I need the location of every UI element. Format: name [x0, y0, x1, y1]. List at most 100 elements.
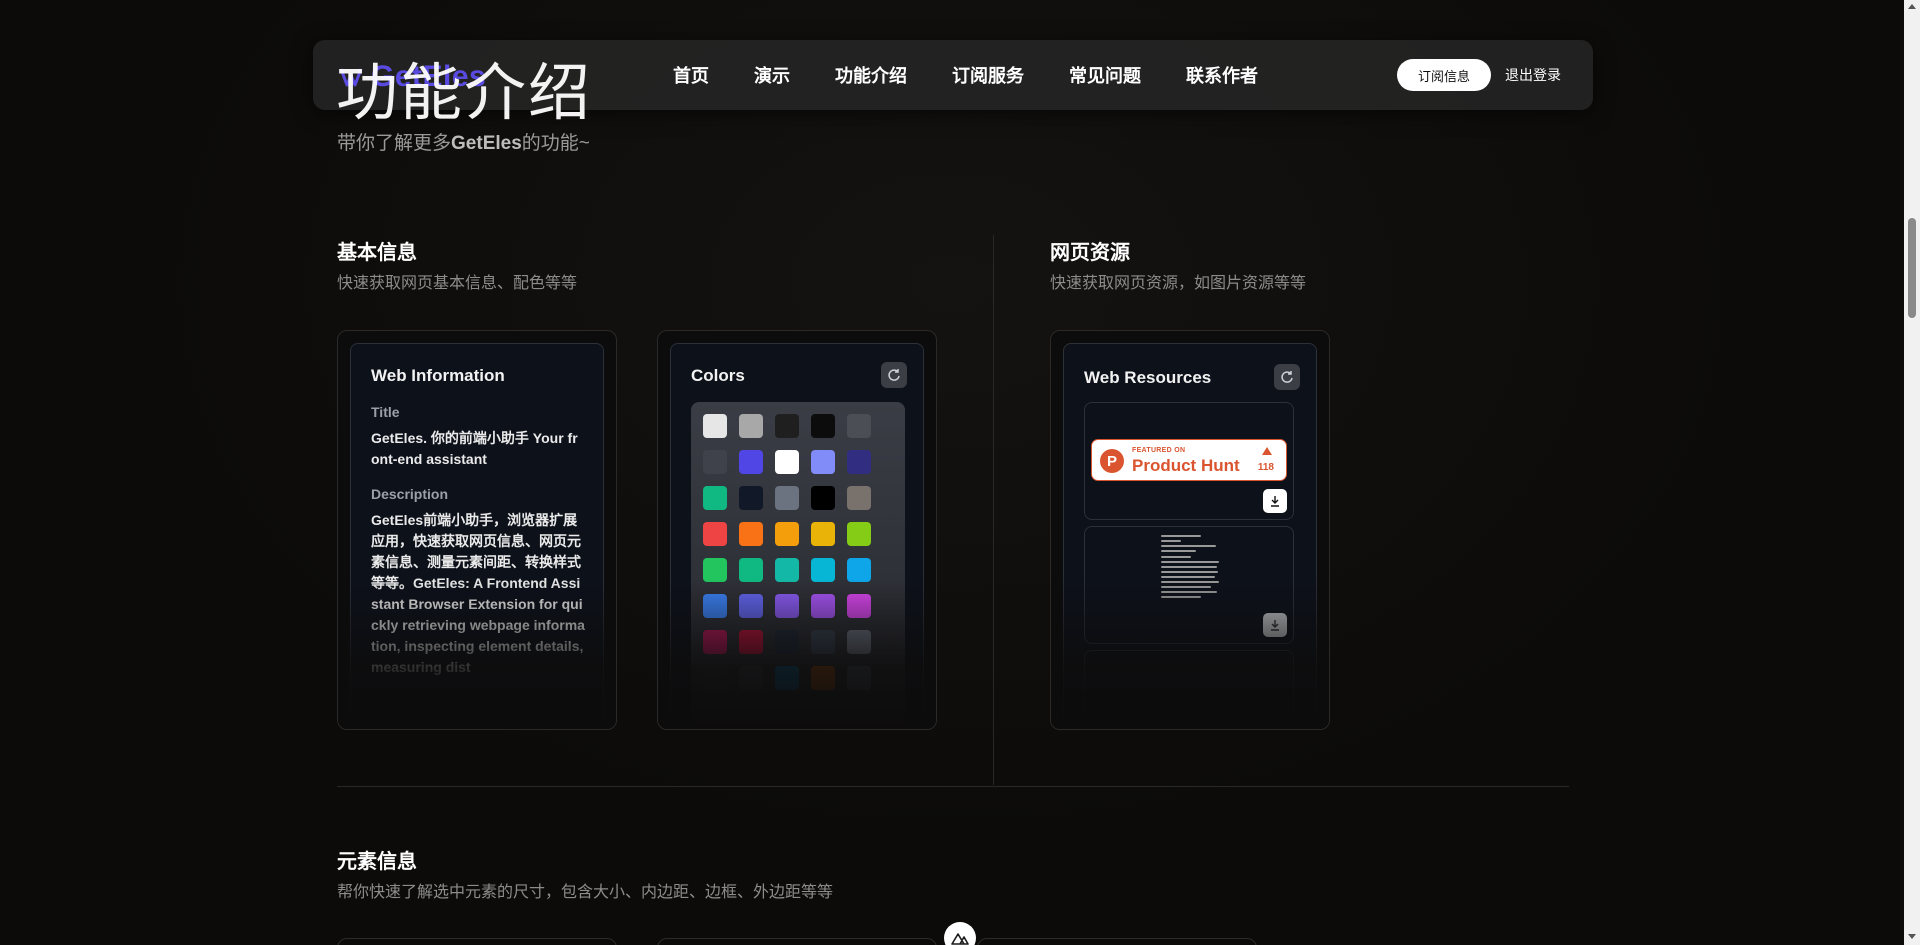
logo[interactable]: GetEles: [337, 60, 486, 94]
color-swatch[interactable]: [847, 666, 871, 690]
nav-demo[interactable]: 演示: [754, 62, 790, 88]
web-resources-heading: Web Resources: [1084, 368, 1212, 387]
color-swatch[interactable]: [775, 414, 799, 438]
color-swatch[interactable]: [703, 666, 727, 690]
web-information-heading: Web Information: [371, 366, 505, 385]
scroll-up-icon[interactable]: [1908, 4, 1916, 9]
description-label: Description: [371, 486, 449, 502]
description-value: GetEles前端小助手，浏览器扩展应用，快速获取网页信息、网页元素信息、测量元…: [371, 512, 585, 675]
ph-name: Product Hunt: [1132, 456, 1240, 475]
screenshot-thumbnail: [1161, 535, 1221, 601]
logout-link[interactable]: 退出登录: [1505, 65, 1561, 85]
color-swatch[interactable]: [847, 594, 871, 618]
color-swatch[interactable]: [739, 522, 763, 546]
color-swatch[interactable]: [703, 630, 727, 654]
resource-item[interactable]: P FEATURED ON Product Hunt 118: [1084, 402, 1294, 520]
colors-panel: Colors: [670, 343, 924, 729]
download-icon[interactable]: [1263, 489, 1287, 513]
refresh-icon[interactable]: [881, 362, 907, 388]
color-swatch[interactable]: [775, 558, 799, 582]
getEles-logo-icon: [339, 68, 363, 87]
color-swatch[interactable]: [811, 558, 835, 582]
web-information-card[interactable]: Web Information Title GetEles. 你的前端小助手 Y…: [337, 330, 617, 730]
section-resources-desc: 快速获取网页资源，如图片资源等等: [1050, 275, 1307, 292]
section-basic-desc: 快速获取网页基本信息、配色等等: [337, 275, 578, 292]
scrollbar-thumb[interactable]: [1908, 218, 1916, 318]
color-swatch[interactable]: [847, 630, 871, 654]
subtitle-prefix: 带你了解更多: [337, 133, 452, 154]
color-swatch[interactable]: [847, 522, 871, 546]
color-swatch[interactable]: [703, 594, 727, 618]
nav-home[interactable]: 首页: [673, 62, 709, 88]
horizontal-divider: [337, 786, 1569, 787]
color-swatch[interactable]: [847, 414, 871, 438]
color-swatch[interactable]: [847, 558, 871, 582]
ph-count: 118: [1257, 462, 1274, 473]
title-label: Title: [371, 404, 400, 420]
section-element-desc: 帮你快速了解选中元素的尺寸，包含大小、内边距、边框、外边距等等: [337, 884, 834, 901]
color-swatch[interactable]: [775, 486, 799, 510]
color-swatch[interactable]: [703, 450, 727, 474]
subscribe-info-button[interactable]: 订阅信息: [1397, 59, 1491, 91]
nav-features[interactable]: 功能介绍: [835, 62, 907, 88]
nav-faq[interactable]: 常见问题: [1069, 62, 1141, 88]
nav-links: 首页 演示 功能介绍 订阅服务 常见问题 联系作者: [673, 40, 1258, 110]
color-swatch[interactable]: [847, 486, 871, 510]
upvote-arrow-icon: [1262, 447, 1272, 455]
section-basic-title: 基本信息: [337, 242, 417, 264]
subtitle-suffix: 的功能~: [521, 133, 590, 154]
element-card[interactable]: [337, 938, 617, 945]
color-swatch[interactable]: [775, 666, 799, 690]
color-swatch[interactable]: [703, 558, 727, 582]
color-swatch[interactable]: [811, 414, 835, 438]
color-swatch[interactable]: [703, 414, 727, 438]
color-swatch[interactable]: [775, 630, 799, 654]
color-swatch[interactable]: [811, 630, 835, 654]
swatch-box: [691, 402, 905, 729]
resource-item[interactable]: [1084, 526, 1294, 644]
color-swatch[interactable]: [811, 666, 835, 690]
top-navbar: GetEles 首页 演示 功能介绍 订阅服务 常见问题 联系作者 订阅信息 退…: [313, 40, 1593, 110]
color-swatch[interactable]: [739, 594, 763, 618]
color-swatch[interactable]: [811, 522, 835, 546]
color-swatch[interactable]: [847, 450, 871, 474]
color-swatch[interactable]: [811, 486, 835, 510]
colors-heading: Colors: [691, 366, 745, 385]
color-swatches: [703, 414, 871, 690]
element-card[interactable]: [977, 938, 1257, 945]
nav-contact[interactable]: 联系作者: [1186, 62, 1258, 88]
page-subtitle: 带你了解更多GetEles的功能~: [337, 128, 590, 155]
color-swatch[interactable]: [739, 558, 763, 582]
color-swatch[interactable]: [739, 630, 763, 654]
product-hunt-logo-icon: P: [1100, 449, 1124, 473]
web-information-panel: Web Information Title GetEles. 你的前端小助手 Y…: [350, 343, 604, 729]
color-swatch[interactable]: [811, 450, 835, 474]
color-swatch[interactable]: [739, 414, 763, 438]
section-element-title: 元素信息: [337, 851, 417, 873]
product-hunt-badge: P FEATURED ON Product Hunt 118: [1091, 439, 1287, 481]
color-swatch[interactable]: [739, 666, 763, 690]
color-swatch[interactable]: [739, 486, 763, 510]
color-swatch[interactable]: [703, 522, 727, 546]
colors-card[interactable]: Colors: [657, 330, 937, 730]
color-swatch[interactable]: [775, 450, 799, 474]
nuxt-devtools-icon[interactable]: [944, 922, 976, 945]
element-card[interactable]: [657, 938, 937, 945]
logo-text: GetEles: [371, 60, 487, 93]
color-swatch[interactable]: [775, 522, 799, 546]
nav-subscription[interactable]: 订阅服务: [952, 62, 1024, 88]
page-scrollbar[interactable]: [1904, 0, 1920, 945]
scroll-down-icon[interactable]: [1908, 934, 1916, 939]
refresh-icon[interactable]: [1274, 364, 1300, 390]
download-icon[interactable]: [1263, 613, 1287, 637]
color-swatch[interactable]: [703, 486, 727, 510]
color-swatch[interactable]: [775, 594, 799, 618]
color-swatch[interactable]: [811, 594, 835, 618]
page: GetEles 首页 演示 功能介绍 订阅服务 常见问题 联系作者 订阅信息 退…: [0, 0, 1904, 945]
title-value: GetEles. 你的前端小助手 Your front-end assistan…: [371, 430, 578, 467]
color-swatch[interactable]: [739, 450, 763, 474]
ph-featured: FEATURED ON: [1132, 447, 1186, 454]
resource-item[interactable]: [1084, 650, 1294, 729]
subtitle-brand: GetEles: [451, 133, 522, 154]
web-resources-card[interactable]: Web Resources P FEATURED ON Product Hunt…: [1050, 330, 1330, 730]
